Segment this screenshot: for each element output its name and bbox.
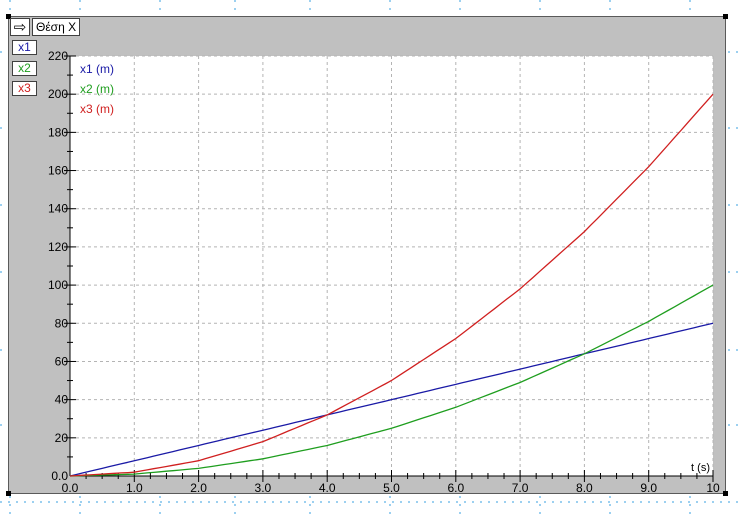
y-tick-label: 20 xyxy=(55,431,69,445)
x-tick-label: 10 xyxy=(706,481,720,495)
y-tick-label: 220 xyxy=(48,49,68,63)
x-tick-label: 3.0 xyxy=(255,481,272,495)
y-tick-label: 200 xyxy=(48,87,68,101)
y-tick-label: 180 xyxy=(48,125,68,139)
x-tick-label: 5.0 xyxy=(383,481,400,495)
x-tick-label: 0.0 xyxy=(62,481,79,495)
x-tick-label: 8.0 xyxy=(576,481,593,495)
y-tick-label: 60 xyxy=(55,354,69,368)
x-tick-label: 6.0 xyxy=(447,481,464,495)
x-tick-label: 1.0 xyxy=(126,481,143,495)
x-tick-label: 2.0 xyxy=(190,481,207,495)
x-axis-label: t (s) xyxy=(691,462,710,474)
y-tick-label: 100 xyxy=(48,278,68,292)
y-tick-label: 80 xyxy=(55,316,69,330)
x-tick-label: 9.0 xyxy=(640,481,657,495)
y-tick-label: 0.0 xyxy=(51,469,68,483)
legend-entry-3: x3 (m) xyxy=(80,102,114,116)
y-tick-label: 120 xyxy=(48,240,68,254)
y-tick-label: 40 xyxy=(55,393,69,407)
x-tick-label: 4.0 xyxy=(319,481,336,495)
line-chart: 0.0 1.0 2.0 3.0 4.0 5.0 6.0 7.0 8.0 9.0 10 0.0 20 40 6… xyxy=(48,49,720,495)
legend-entry-2: x2 (m) xyxy=(80,82,114,96)
legend-entry-1: x1 (m) xyxy=(80,62,114,76)
y-tick-label: 160 xyxy=(48,164,68,178)
x-tick-label: 7.0 xyxy=(512,481,529,495)
y-tick-label: 140 xyxy=(48,202,68,216)
